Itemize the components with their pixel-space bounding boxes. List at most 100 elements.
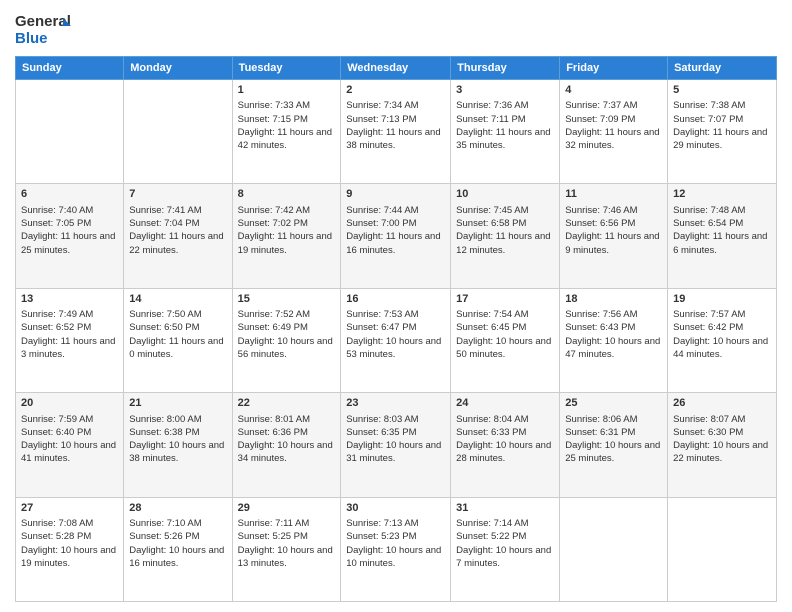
day-number: 31 [456,501,554,516]
day-info: Sunrise: 7:52 AM Sunset: 6:49 PM Dayligh… [238,308,336,361]
day-number: 1 [238,83,336,98]
day-info: Sunrise: 7:33 AM Sunset: 7:15 PM Dayligh… [238,99,336,152]
calendar: SundayMondayTuesdayWednesdayThursdayFrid… [15,56,777,602]
day-cell: 19Sunrise: 7:57 AM Sunset: 6:42 PM Dayli… [668,288,777,392]
day-info: Sunrise: 7:46 AM Sunset: 6:56 PM Dayligh… [565,204,662,257]
day-number: 28 [129,501,226,516]
day-info: Sunrise: 8:03 AM Sunset: 6:35 PM Dayligh… [346,413,445,466]
day-cell: 5Sunrise: 7:38 AM Sunset: 7:07 PM Daylig… [668,80,777,184]
day-cell: 1Sunrise: 7:33 AM Sunset: 7:15 PM Daylig… [232,80,341,184]
day-cell: 16Sunrise: 7:53 AM Sunset: 6:47 PM Dayli… [341,288,451,392]
day-info: Sunrise: 7:56 AM Sunset: 6:43 PM Dayligh… [565,308,662,361]
day-cell: 3Sunrise: 7:36 AM Sunset: 7:11 PM Daylig… [451,80,560,184]
day-info: Sunrise: 7:44 AM Sunset: 7:00 PM Dayligh… [346,204,445,257]
day-cell: 31Sunrise: 7:14 AM Sunset: 5:22 PM Dayli… [451,497,560,601]
day-cell: 2Sunrise: 7:34 AM Sunset: 7:13 PM Daylig… [341,80,451,184]
day-info: Sunrise: 7:13 AM Sunset: 5:23 PM Dayligh… [346,517,445,570]
day-info: Sunrise: 8:06 AM Sunset: 6:31 PM Dayligh… [565,413,662,466]
week-row-5: 27Sunrise: 7:08 AM Sunset: 5:28 PM Dayli… [16,497,777,601]
day-number: 19 [673,292,771,307]
day-cell: 22Sunrise: 8:01 AM Sunset: 6:36 PM Dayli… [232,393,341,497]
day-number: 25 [565,396,662,411]
day-number: 27 [21,501,118,516]
calendar-header-row: SundayMondayTuesdayWednesdayThursdayFrid… [16,57,777,80]
day-number: 5 [673,83,771,98]
day-info: Sunrise: 7:40 AM Sunset: 7:05 PM Dayligh… [21,204,118,257]
day-info: Sunrise: 8:07 AM Sunset: 6:30 PM Dayligh… [673,413,771,466]
day-number: 22 [238,396,336,411]
day-cell: 6 Sunrise: 7:40 AM Sunset: 7:05 PM Daylig… [16,184,124,288]
day-cell: 25 Sunrise: 8:06 AM Sunset: 6:31 PM Dayli… [560,393,668,497]
col-header-thursday: Thursday [451,57,560,80]
day-info: Sunrise: 7:11 AM Sunset: 5:25 PM Dayligh… [238,517,336,570]
day-cell: 12 Sunrise: 7:48 AM Sunset: 6:54 PM Dayli… [668,184,777,288]
day-cell: 7 Sunrise: 7:41 AM Sunset: 7:04 PM Daylig… [124,184,232,288]
day-cell: 10 Sunrise: 7:45 AM Sunset: 6:58 PM Dayli… [451,184,560,288]
day-info: Sunrise: 7:48 AM Sunset: 6:54 PM Dayligh… [673,204,771,257]
col-header-saturday: Saturday [668,57,777,80]
col-header-friday: Friday [560,57,668,80]
day-number: 9 [346,187,445,202]
day-number: 12 [673,187,771,202]
day-cell: 18Sunrise: 7:56 AM Sunset: 6:43 PM Dayli… [560,288,668,392]
day-info: Sunrise: 7:50 AM Sunset: 6:50 PM Dayligh… [129,308,226,361]
day-cell: 11Sunrise: 7:46 AM Sunset: 6:56 PM Dayli… [560,184,668,288]
col-header-wednesday: Wednesday [341,57,451,80]
week-row-4: 20 Sunrise: 7:59 AM Sunset: 6:40 PM Dayli… [16,393,777,497]
day-info: Sunrise: 8:04 AM Sunset: 6:33 PM Dayligh… [456,413,554,466]
day-cell [16,80,124,184]
day-info: Sunrise: 7:08 AM Sunset: 5:28 PM Dayligh… [21,517,118,570]
logo: GeneralBlue [15,10,75,50]
day-info: Sunrise: 7:59 AM Sunset: 6:40 PM Dayligh… [21,413,118,466]
day-cell [668,497,777,601]
day-info: Sunrise: 7:14 AM Sunset: 5:22 PM Dayligh… [456,517,554,570]
day-number: 7 [129,187,226,202]
col-header-tuesday: Tuesday [232,57,341,80]
day-number: 17 [456,292,554,307]
day-number: 16 [346,292,445,307]
day-number: 20 [21,396,118,411]
day-cell: 8Sunrise: 7:42 AM Sunset: 7:02 PM Daylig… [232,184,341,288]
day-number: 30 [346,501,445,516]
day-cell: 9 Sunrise: 7:44 AM Sunset: 7:00 PM Daylig… [341,184,451,288]
day-info: Sunrise: 7:36 AM Sunset: 7:11 PM Dayligh… [456,99,554,152]
day-number: 21 [129,396,226,411]
day-cell: 24 Sunrise: 8:04 AM Sunset: 6:33 PM Dayli… [451,393,560,497]
day-cell: 27Sunrise: 7:08 AM Sunset: 5:28 PM Dayli… [16,497,124,601]
day-cell: 15Sunrise: 7:52 AM Sunset: 6:49 PM Dayli… [232,288,341,392]
day-cell: 17Sunrise: 7:54 AM Sunset: 6:45 PM Dayli… [451,288,560,392]
day-info: Sunrise: 7:41 AM Sunset: 7:04 PM Dayligh… [129,204,226,257]
day-info: Sunrise: 7:49 AM Sunset: 6:52 PM Dayligh… [21,308,118,361]
day-info: Sunrise: 7:53 AM Sunset: 6:47 PM Dayligh… [346,308,445,361]
day-info: Sunrise: 7:54 AM Sunset: 6:45 PM Dayligh… [456,308,554,361]
col-header-monday: Monday [124,57,232,80]
day-info: Sunrise: 8:00 AM Sunset: 6:38 PM Dayligh… [129,413,226,466]
week-row-2: 6 Sunrise: 7:40 AM Sunset: 7:05 PM Daylig… [16,184,777,288]
week-row-3: 13Sunrise: 7:49 AM Sunset: 6:52 PM Dayli… [16,288,777,392]
day-info: Sunrise: 7:38 AM Sunset: 7:07 PM Dayligh… [673,99,771,152]
svg-text:Blue: Blue [15,30,48,47]
logo-svg: GeneralBlue [15,10,75,50]
day-info: Sunrise: 7:57 AM Sunset: 6:42 PM Dayligh… [673,308,771,361]
week-row-1: 1Sunrise: 7:33 AM Sunset: 7:15 PM Daylig… [16,80,777,184]
day-number: 8 [238,187,336,202]
day-number: 26 [673,396,771,411]
day-number: 23 [346,396,445,411]
day-cell [560,497,668,601]
day-number: 10 [456,187,554,202]
day-cell: 23 Sunrise: 8:03 AM Sunset: 6:35 PM Dayli… [341,393,451,497]
day-info: Sunrise: 7:37 AM Sunset: 7:09 PM Dayligh… [565,99,662,152]
day-number: 15 [238,292,336,307]
col-header-sunday: Sunday [16,57,124,80]
day-cell: 20 Sunrise: 7:59 AM Sunset: 6:40 PM Dayli… [16,393,124,497]
day-number: 6 [21,187,118,202]
day-cell: 4Sunrise: 7:37 AM Sunset: 7:09 PM Daylig… [560,80,668,184]
day-cell: 21 Sunrise: 8:00 AM Sunset: 6:38 PM Dayli… [124,393,232,497]
page: GeneralBlue SundayMondayTuesdayWednesday… [0,0,792,612]
day-number: 29 [238,501,336,516]
day-number: 2 [346,83,445,98]
day-number: 24 [456,396,554,411]
header: GeneralBlue [15,10,777,50]
day-info: Sunrise: 7:45 AM Sunset: 6:58 PM Dayligh… [456,204,554,257]
day-number: 4 [565,83,662,98]
